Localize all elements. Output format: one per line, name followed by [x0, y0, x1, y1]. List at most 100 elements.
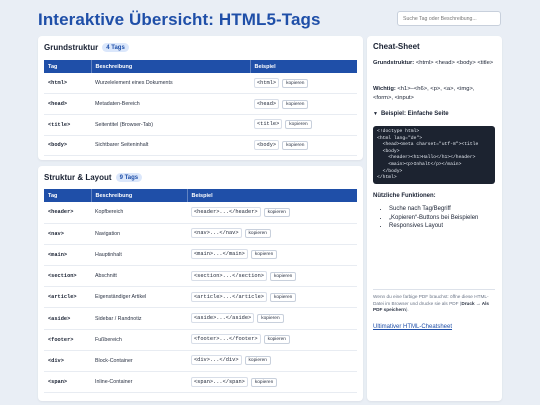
tag-cell: <footer> — [44, 329, 91, 351]
description-cell: Wurzelelement eines Dokuments — [91, 73, 250, 95]
copy-button[interactable]: kopieren — [285, 120, 312, 130]
copy-button[interactable]: kopieren — [244, 356, 271, 366]
example-code: <article>...</article> — [191, 291, 267, 302]
example-code: <head> — [254, 98, 280, 109]
example-cell: <aside>...</aside> kopieren — [187, 307, 357, 330]
copy-button[interactable]: kopieren — [250, 250, 278, 260]
section-heading: Grundstruktur — [44, 43, 99, 52]
feature-item: Responsives Layout — [389, 222, 495, 231]
tag-cell: <div> — [44, 350, 91, 373]
column-header-example: Beispiel — [254, 63, 276, 70]
example-cell: <section>...</section> kopieren — [187, 265, 357, 288]
table-row: <body> Sichtbarer Seiteninhalt <body> kopie… — [44, 135, 357, 157]
description-cell: Eigenständiger Artikel — [91, 286, 187, 309]
copy-button[interactable]: kopieren — [263, 335, 290, 345]
cheatsheet-link[interactable]: Ultimativer HTML-Cheatsheet — [373, 324, 452, 330]
description-cell: Sidebar / Randnotiz — [91, 307, 187, 330]
copy-button[interactable]: kopieren — [257, 314, 284, 324]
description-cell: Fußbereich — [91, 329, 187, 351]
example-cell: <span>...</span> kopieren — [187, 371, 357, 394]
details-label: Beispiel: Einfache Seite — [380, 111, 449, 117]
grundstruktur-label: Grundstruktur: — [373, 60, 415, 66]
section-heading: Struktur & Layout — [44, 173, 112, 182]
tags-table: Tag Beschreibung Beispiel <html> Wurzelel… — [44, 60, 357, 157]
example-cell: <header>...</header> kopieren — [187, 202, 357, 224]
tag-cell: <span> — [44, 371, 91, 394]
code-example-block: <!doctype html> <html lang="de"> <head><m… — [373, 126, 495, 184]
description-cell: Inline-Container — [91, 371, 187, 394]
code-line: <head><meta charset="utf-8"><title — [377, 142, 479, 148]
column-header-example: Beispiel — [191, 192, 213, 199]
example-cell: <html> kopieren — [250, 73, 357, 95]
example-cell: <head> kopieren — [250, 93, 357, 115]
copy-button[interactable]: kopieren — [282, 78, 309, 88]
example-code: <footer>...</footer> — [191, 334, 261, 345]
example-code: <title> — [254, 119, 283, 130]
cheatsheet-wichtig: Wichtig: <h1>–<h6>, <p>, <a>, <img>, <fo… — [373, 85, 495, 102]
section-title: Grundstruktur 4 Tags — [44, 43, 129, 52]
table-row: <div> Block-Container <div>...</div> kopier… — [44, 350, 357, 373]
description-cell: Sichtbarer Seiteninhalt — [91, 135, 250, 157]
search-input[interactable] — [397, 11, 501, 26]
section-title: Struktur & Layout 9 Tags — [44, 173, 143, 182]
table-header-row: Tag Beschreibung Beispiel — [44, 60, 357, 73]
description-cell: Metadaten-Bereich — [91, 93, 250, 115]
wichtig-label: Wichtig: — [373, 86, 396, 92]
example-code: <body> — [254, 139, 280, 150]
tag-cell: <html> — [44, 73, 91, 95]
example-code: <aside>...</aside> — [191, 313, 255, 324]
description-cell: Abschnitt — [91, 265, 187, 288]
description-cell: Kopfbereich — [91, 202, 187, 224]
example-code: <main>...</main> — [191, 249, 248, 260]
code-line: </html> — [377, 175, 397, 181]
table-row: <span> Inline-Container <span>...</span> ko… — [44, 371, 357, 394]
example-cell: <body> kopieren — [250, 135, 357, 157]
table-row: <aside> Sidebar / Randnotiz <aside>...</as… — [44, 307, 357, 330]
tag-cell: <body> — [44, 135, 91, 157]
example-cell: <div>...</div> kopieren — [187, 350, 357, 373]
copy-button[interactable]: kopieren — [263, 207, 290, 217]
description-cell: Block-Container — [91, 350, 187, 373]
section-grundstruktur: Grundstruktur 4 Tags Tag Beschreibung Be… — [38, 36, 363, 160]
description-cell: Seitentitel (Browser-Tab) — [91, 114, 250, 136]
feature-item: „Kopieren“-Buttons bei Beispielen — [389, 214, 495, 223]
example-cell: <nav>...</nav> kopieren — [187, 223, 357, 245]
copy-button[interactable]: kopieren — [282, 99, 309, 109]
tag-cell: <head> — [44, 93, 91, 115]
column-header-description: Beschreibung — [91, 60, 251, 73]
table-row: <section> Abschnitt <section>...</section>… — [44, 265, 357, 288]
page-header: Interaktive Übersicht: HTML5-Tags — [38, 10, 321, 30]
example-cell: <main>...</main> kopieren — [187, 244, 357, 267]
table-row: <header> Kopfbereich <header>...</header> k… — [44, 202, 357, 224]
description-cell: Hauptinhalt — [91, 244, 187, 267]
table-header-row: Tag Beschreibung Beispiel — [44, 189, 357, 202]
example-details-toggle[interactable]: ▼ Beispiel: Einfache Seite — [373, 111, 449, 117]
tag-cell: <header> — [44, 202, 91, 224]
table-row: <article> Eigenständiger Artikel <article>… — [44, 286, 357, 309]
description-cell: Navigation — [91, 223, 187, 245]
table-row: <html> Wurzelelement eines Dokuments <html… — [44, 73, 357, 95]
tag-cell: <nav> — [44, 223, 91, 245]
code-line: <main><p>Inhalt</p></main> — [377, 161, 462, 167]
cheatsheet-grundstruktur: Grundstruktur: <html> <head> <body> <tit… — [373, 59, 495, 68]
features-title: Nützliche Funktionen: — [373, 193, 436, 199]
code-line: <!doctype html> — [377, 129, 420, 134]
triangle-down-icon: ▼ — [373, 111, 378, 117]
example-code: <span>...</span> — [191, 376, 248, 387]
copy-button[interactable]: kopieren — [250, 377, 278, 387]
cheatsheet-title: Cheat-Sheet — [373, 42, 420, 51]
section-struktur-layout: Struktur & Layout 9 Tags Tag Beschreibun… — [38, 166, 363, 401]
copy-button[interactable]: kopieren — [269, 271, 297, 281]
example-cell: <title> kopieren — [250, 114, 357, 136]
divider — [373, 289, 495, 290]
example-code: <section>...</section> — [191, 270, 267, 281]
example-code: <header>...</header> — [191, 206, 261, 217]
copy-button[interactable]: kopieren — [282, 140, 309, 150]
example-cell: <article>...</article> kopieren — [187, 286, 357, 309]
copy-button[interactable]: kopieren — [244, 229, 271, 239]
grundstruktur-text: <html> <head> <body> <title> — [414, 60, 494, 66]
copy-button[interactable]: kopieren — [269, 292, 297, 302]
tag-cell: <article> — [44, 286, 91, 309]
column-header-tag: Tag — [44, 189, 92, 202]
cheatsheet-panel: Cheat-Sheet Grundstruktur: <html> <head>… — [367, 36, 502, 401]
